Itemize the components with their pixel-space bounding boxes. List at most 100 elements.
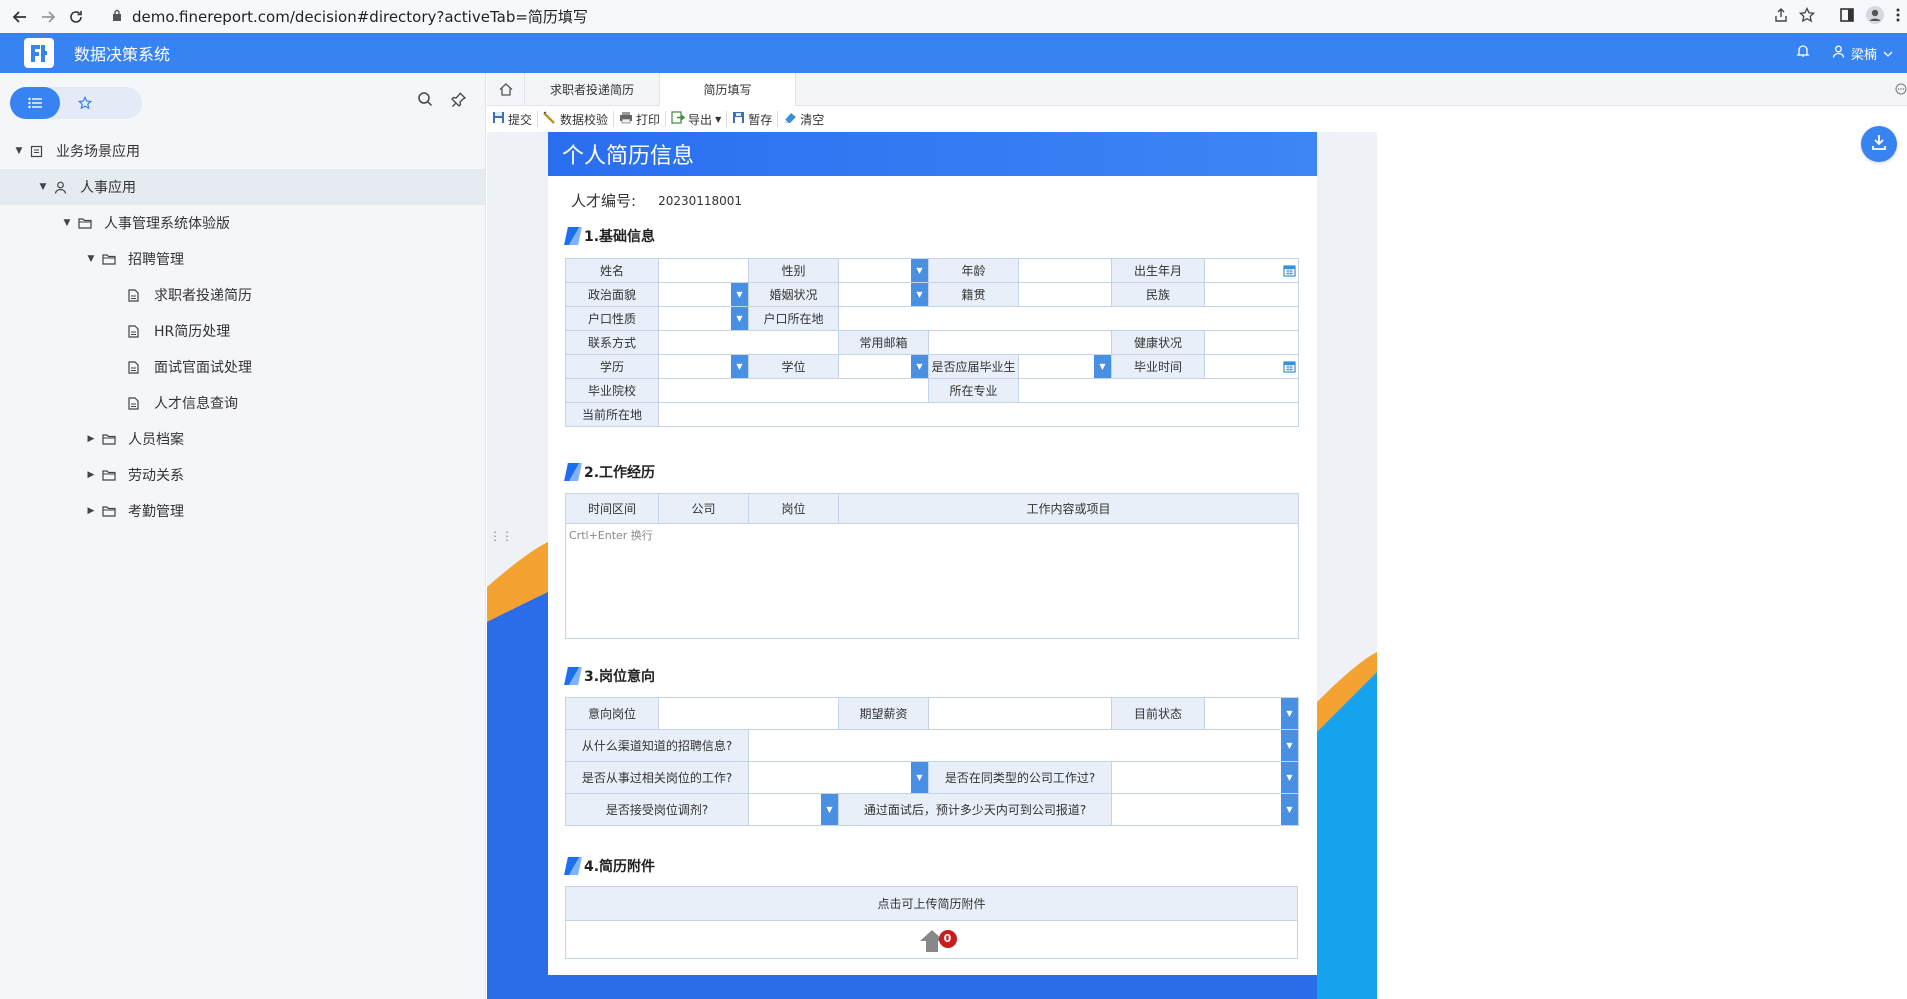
birth-label: 出生年月 bbox=[1111, 258, 1205, 283]
salary-label: 期望薪资 bbox=[838, 697, 929, 730]
email-label: 常用邮箱 bbox=[838, 330, 929, 355]
printer-icon bbox=[619, 111, 633, 127]
native-input[interactable] bbox=[1018, 282, 1112, 307]
section-job-intention: 3.岗位意向 bbox=[564, 666, 655, 686]
caret-down-icon[interactable]: ▼ bbox=[84, 254, 98, 264]
tab-resume-submission[interactable]: 求职者投递简历 bbox=[525, 73, 660, 106]
report-icon bbox=[30, 145, 50, 158]
tab-resume-form[interactable]: 简历填写 bbox=[660, 73, 796, 106]
same-type-company-select[interactable]: ▼ bbox=[1111, 761, 1299, 794]
gender-select[interactable]: ▼ bbox=[838, 258, 929, 283]
caret-down-icon[interactable]: ▼ bbox=[12, 146, 26, 156]
section-title: 2.工作经历 bbox=[584, 465, 656, 481]
chevron-down-icon bbox=[1883, 46, 1893, 61]
resume-form: 个人简历信息 人才编号: 20230118001 1.基础信息 姓名 性别 ▼ … bbox=[548, 132, 1317, 975]
caret-right-icon[interactable]: ▶ bbox=[84, 470, 98, 480]
save-disk-icon bbox=[492, 111, 505, 127]
tree-item[interactable]: HR简历处理 bbox=[0, 313, 485, 349]
political-select[interactable]: ▼ bbox=[658, 282, 749, 307]
user-menu[interactable]: 梁楠 bbox=[1832, 44, 1893, 63]
browser-bar: demo.finereport.com/decision#directory?a… bbox=[0, 0, 1907, 33]
intent-position-input[interactable] bbox=[658, 697, 839, 730]
same-type-company-label: 是否在同类型的公司工作过? bbox=[928, 761, 1112, 794]
folder-icon bbox=[78, 217, 98, 229]
tree-item[interactable]: ▶ 考勤管理 bbox=[0, 493, 485, 529]
back-icon[interactable] bbox=[6, 3, 34, 31]
contact-input[interactable] bbox=[658, 330, 839, 355]
health-input[interactable] bbox=[1204, 330, 1299, 355]
current-status-select[interactable]: ▼ bbox=[1204, 697, 1299, 730]
school-input[interactable] bbox=[658, 378, 929, 403]
export-button[interactable]: 导出 ▼ bbox=[666, 111, 728, 127]
accept-adjustment-select[interactable]: ▼ bbox=[748, 793, 839, 826]
education-select[interactable]: ▼ bbox=[658, 354, 749, 379]
degree-select[interactable]: ▼ bbox=[838, 354, 929, 379]
address-bar[interactable]: demo.finereport.com/decision#directory?a… bbox=[112, 3, 1762, 29]
caret-down-icon[interactable]: ▼ bbox=[60, 218, 74, 228]
download-button[interactable] bbox=[1861, 126, 1897, 162]
share-icon[interactable] bbox=[1773, 7, 1789, 27]
upload-icon[interactable]: 0 bbox=[917, 928, 957, 957]
folder-icon bbox=[102, 433, 122, 445]
clear-button[interactable]: 清空 bbox=[778, 111, 829, 127]
tree-item[interactable]: 面试官面试处理 bbox=[0, 349, 485, 385]
age-input[interactable] bbox=[1018, 258, 1112, 283]
bookmark-star-icon[interactable] bbox=[1798, 6, 1816, 27]
tree-item[interactable]: ▶ 劳动关系 bbox=[0, 457, 485, 493]
major-input[interactable] bbox=[1018, 378, 1299, 403]
reload-icon[interactable] bbox=[62, 3, 90, 31]
location-input[interactable] bbox=[658, 402, 1299, 427]
tree-item[interactable]: ▼ 招聘管理 bbox=[0, 241, 485, 277]
tree-item-label: 劳动关系 bbox=[128, 468, 184, 484]
favorites-star-tab[interactable] bbox=[60, 87, 110, 119]
hukou-location-input[interactable] bbox=[838, 306, 1299, 331]
tree-item-label: 人员档案 bbox=[128, 432, 184, 448]
related-experience-select[interactable]: ▼ bbox=[748, 761, 929, 794]
tree-item[interactable]: ▼ 人事管理系统体验版 bbox=[0, 205, 485, 241]
export-icon bbox=[671, 111, 686, 127]
birth-date-input[interactable] bbox=[1204, 258, 1299, 283]
ethnic-input[interactable] bbox=[1204, 282, 1299, 307]
email-input[interactable] bbox=[928, 330, 1112, 355]
verify-button[interactable]: 数据校验 bbox=[538, 111, 615, 127]
submit-label: 提交 bbox=[508, 112, 533, 127]
tree-item[interactable]: ▶ 人员档案 bbox=[0, 421, 485, 457]
notification-bell-icon[interactable] bbox=[1796, 44, 1810, 62]
calendar-icon[interactable] bbox=[1281, 259, 1298, 282]
pin-icon[interactable] bbox=[451, 91, 467, 111]
profile-icon[interactable] bbox=[1865, 5, 1885, 29]
caret-right-icon[interactable]: ▶ bbox=[84, 434, 98, 444]
channel-select[interactable]: ▼ bbox=[748, 729, 1299, 762]
attachment-table: 点击可上传简历附件 0 bbox=[565, 886, 1298, 959]
caret-down-icon[interactable]: ▼ bbox=[36, 182, 50, 192]
tree-item[interactable]: 求职者投递简历 bbox=[0, 277, 485, 313]
sidepanel-icon[interactable] bbox=[1839, 7, 1855, 27]
upload-area[interactable]: 0 bbox=[565, 920, 1298, 959]
grad-time-input[interactable] bbox=[1204, 354, 1299, 379]
folder-icon bbox=[102, 253, 122, 265]
salary-input[interactable] bbox=[928, 697, 1112, 730]
calendar-icon[interactable] bbox=[1281, 355, 1298, 378]
tree-item[interactable]: ▼ 人事应用 bbox=[0, 169, 485, 205]
hukou-type-select[interactable]: ▼ bbox=[658, 306, 749, 331]
work-history-textarea[interactable]: Crtl+Enter 换行 bbox=[565, 523, 1299, 639]
tree-item[interactable]: ▼ 业务场景应用 bbox=[0, 133, 485, 169]
search-icon[interactable] bbox=[417, 91, 433, 111]
report-days-select[interactable]: ▼ bbox=[1111, 793, 1299, 826]
submit-button[interactable]: 提交 bbox=[487, 111, 539, 127]
menu-kebab-icon[interactable] bbox=[1895, 7, 1901, 27]
forward-icon[interactable] bbox=[34, 3, 62, 31]
home-tab[interactable] bbox=[487, 73, 525, 106]
dropdown-arrow-icon: ▼ bbox=[821, 794, 838, 825]
directory-list-tab[interactable] bbox=[10, 87, 60, 119]
temp-save-button[interactable]: 暂存 bbox=[727, 111, 779, 127]
tree-item[interactable]: 人才信息查询 bbox=[0, 385, 485, 421]
caret-right-icon[interactable]: ▶ bbox=[84, 506, 98, 516]
more-tabs-icon[interactable] bbox=[1895, 83, 1907, 98]
print-button[interactable]: 打印 bbox=[614, 111, 667, 127]
fresh-graduate-select[interactable]: ▼ bbox=[1018, 354, 1112, 379]
resize-handle[interactable]: ⋮⋮ bbox=[489, 529, 513, 543]
name-input[interactable] bbox=[658, 258, 749, 283]
marital-select[interactable]: ▼ bbox=[838, 282, 929, 307]
talent-id-label: 人才编号: bbox=[571, 192, 637, 210]
